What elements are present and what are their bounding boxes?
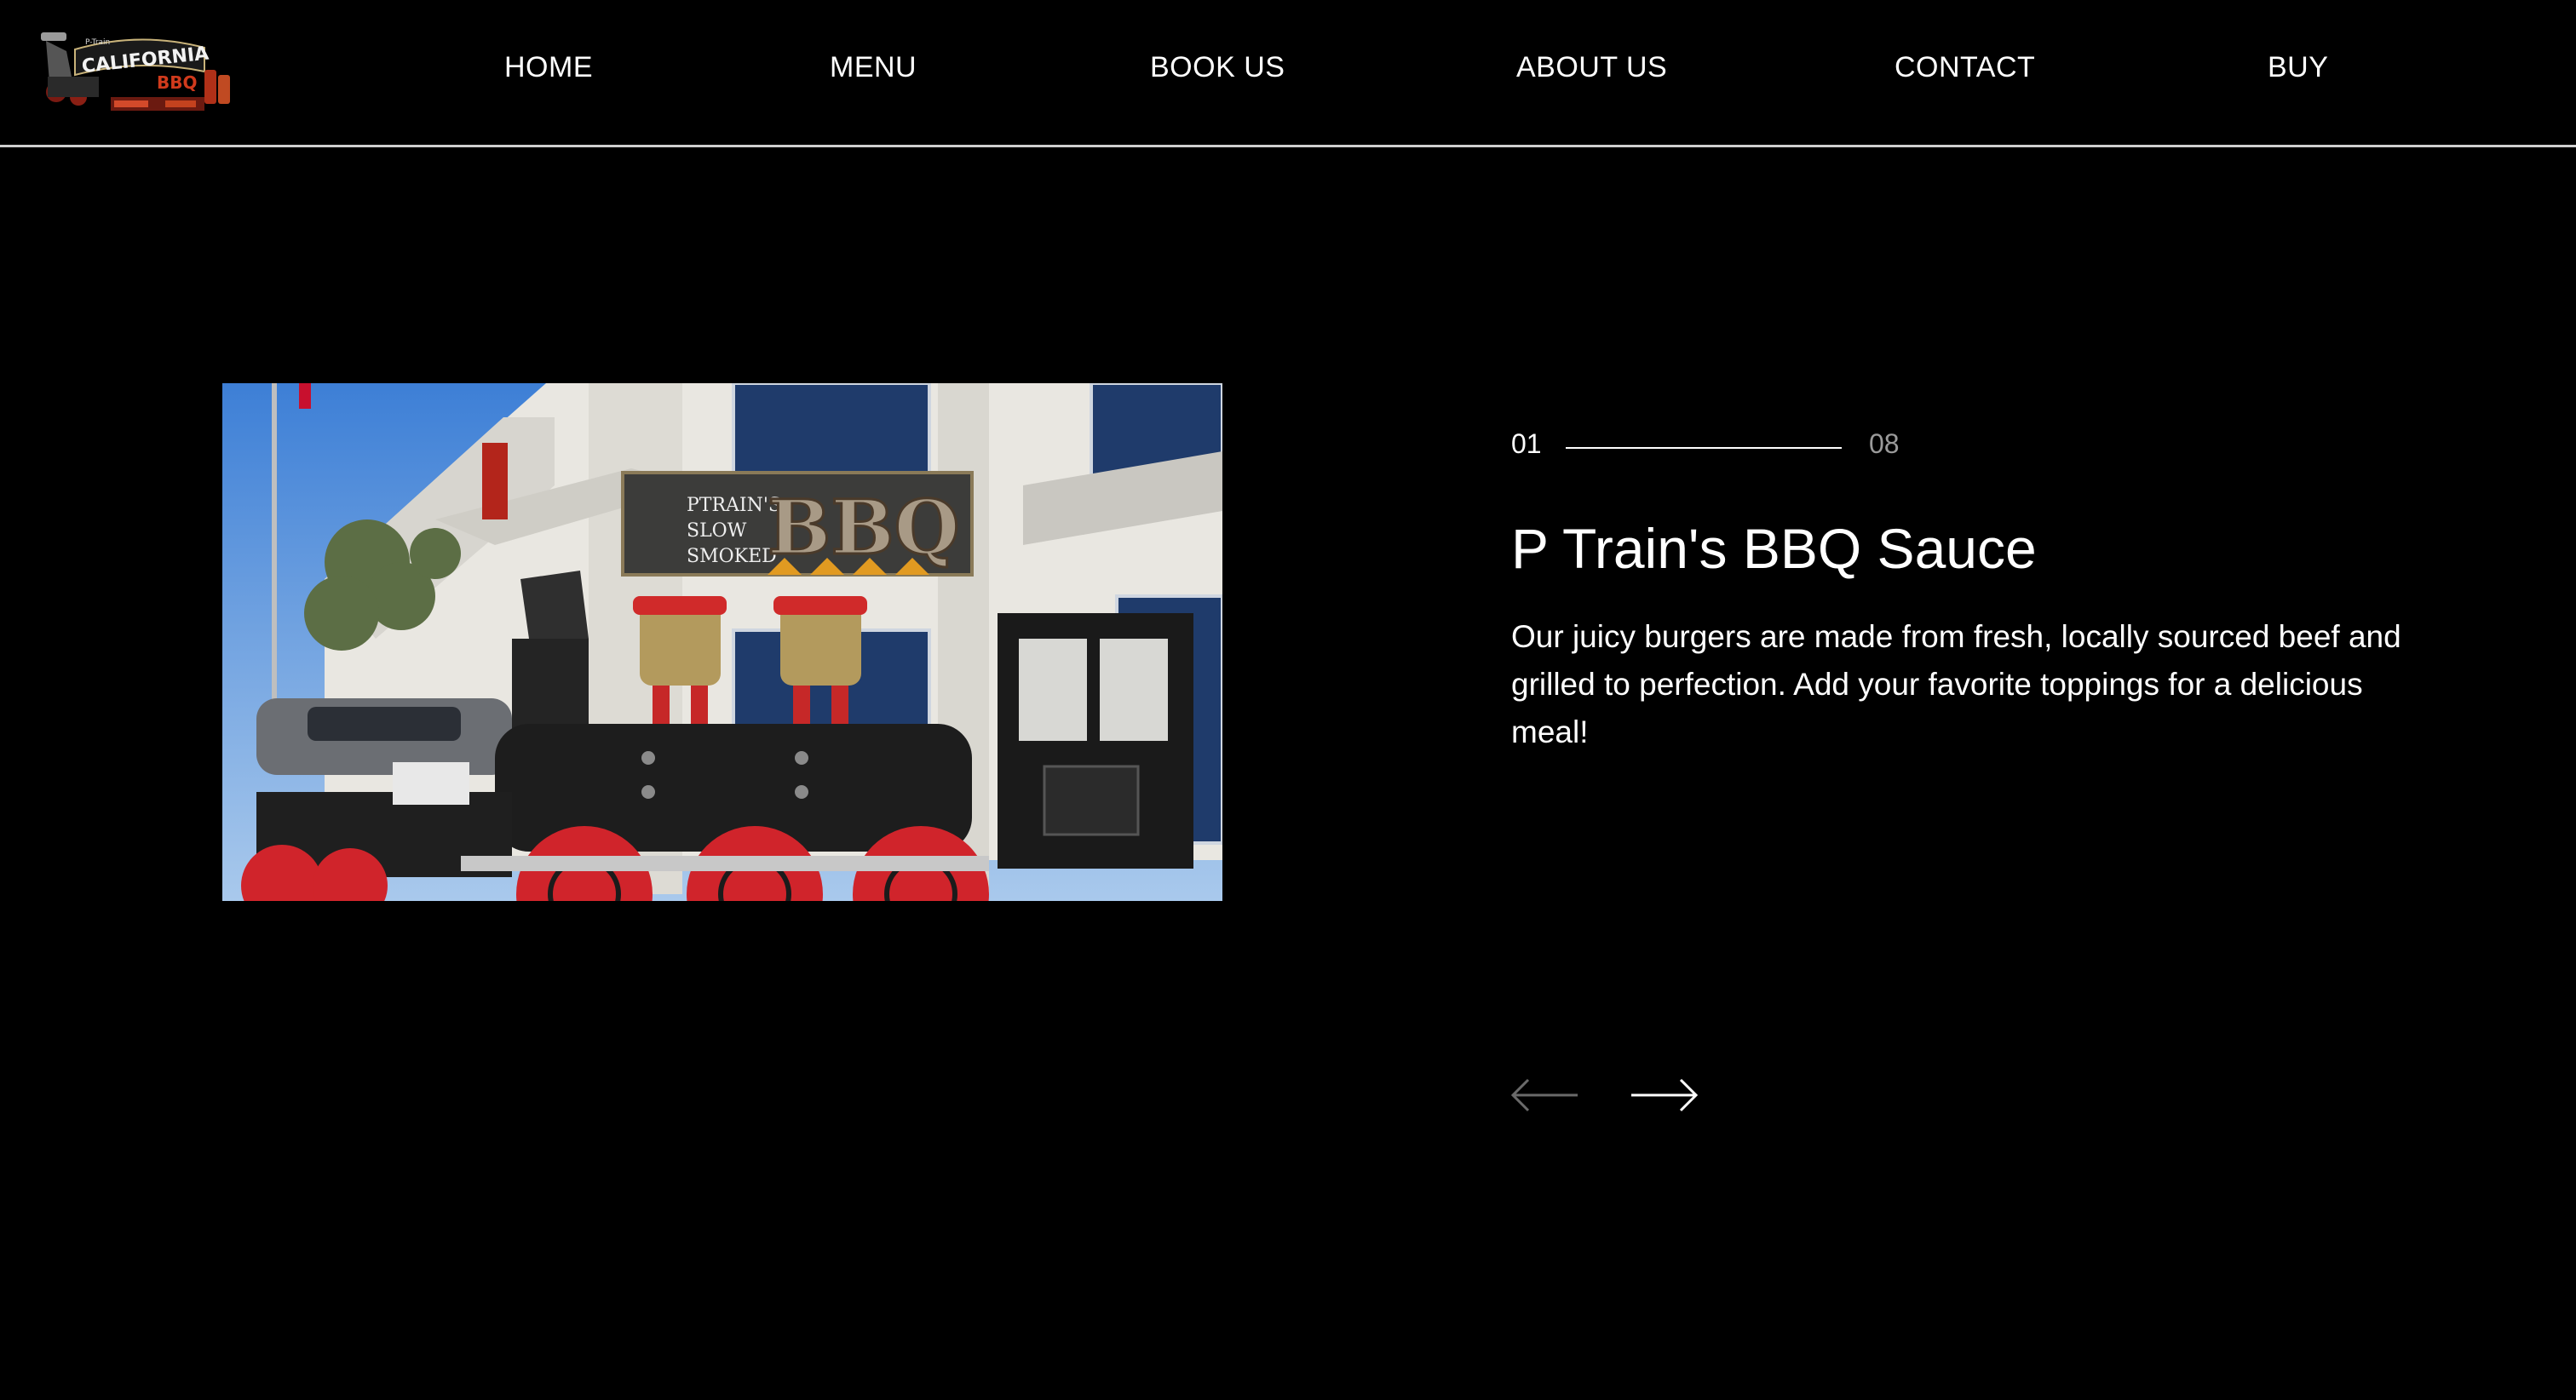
slide-title: P Train's BBQ Sauce bbox=[1511, 517, 2037, 580]
current-slide-number: 01 bbox=[1511, 428, 1542, 459]
site-header: P-Train CALIFORNIA BBQ HOME MENU BOOK US… bbox=[0, 0, 2576, 147]
arrow-left-icon bbox=[1510, 1078, 1578, 1112]
nav-book-us[interactable]: BOOK US bbox=[1150, 51, 1285, 84]
bbq-train-photo: PTRAIN'S SLOW SMOKED BBQ bbox=[222, 383, 1222, 901]
svg-text:BBQ: BBQ bbox=[768, 483, 959, 571]
main-nav: HOME MENU BOOK US ABOUT US CONTACT BUY bbox=[0, 0, 2576, 145]
progress-line bbox=[1566, 447, 1842, 449]
nav-buy[interactable]: BUY bbox=[2268, 51, 2328, 84]
svg-text:SLOW: SLOW bbox=[687, 520, 747, 542]
nav-menu[interactable]: MENU bbox=[830, 51, 917, 84]
slide-description: Our juicy burgers are made from fresh, l… bbox=[1511, 619, 2401, 749]
svg-text:SMOKED: SMOKED bbox=[687, 546, 777, 567]
nav-contact[interactable]: CONTACT bbox=[1895, 51, 2035, 84]
slide-image: PTRAIN'S SLOW SMOKED BBQ bbox=[222, 383, 1222, 901]
nav-home[interactable]: HOME bbox=[504, 51, 593, 84]
prev-slide-button[interactable] bbox=[1509, 1075, 1579, 1116]
total-slide-number: 08 bbox=[1869, 428, 1900, 459]
arrow-right-icon bbox=[1631, 1078, 1699, 1112]
next-slide-button[interactable] bbox=[1630, 1075, 1699, 1116]
slide-counter: 01 08 bbox=[1511, 428, 1920, 471]
nav-about-us[interactable]: ABOUT US bbox=[1516, 51, 1667, 84]
